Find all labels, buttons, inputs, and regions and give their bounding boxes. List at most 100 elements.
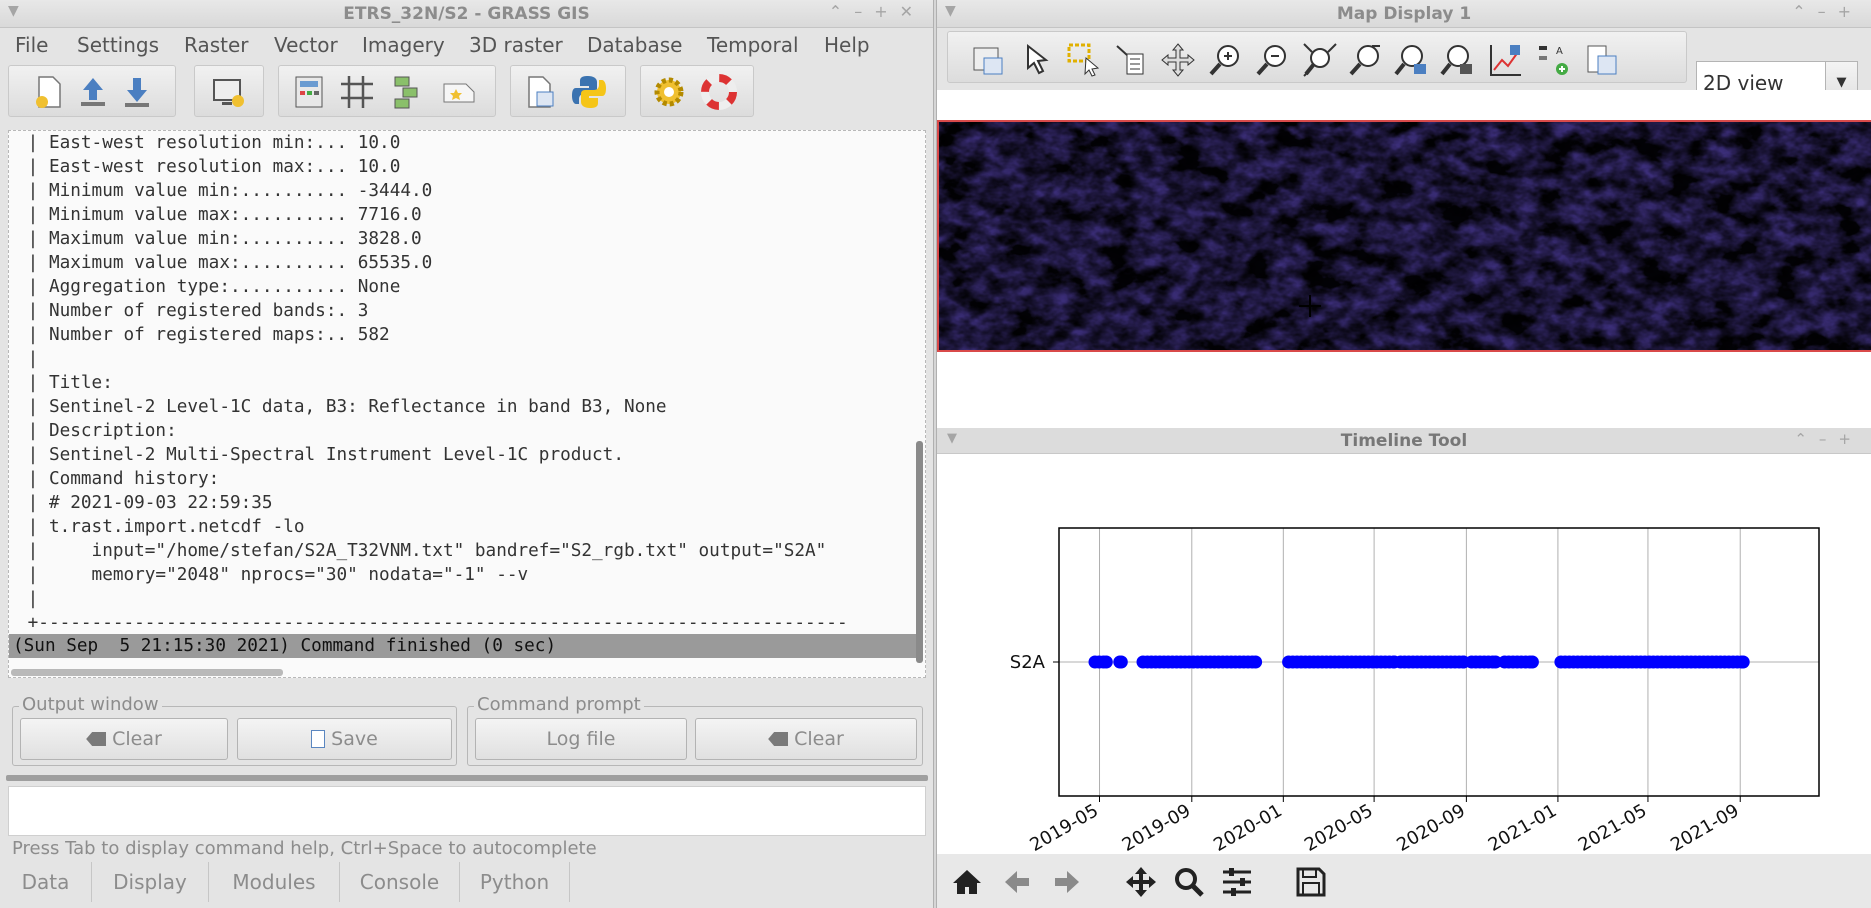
window-controls[interactable]: ⌃–+✕ bbox=[829, 2, 925, 21]
settings-gear-icon[interactable] bbox=[651, 74, 687, 110]
configure-subplots-icon[interactable] bbox=[1221, 866, 1253, 898]
select-features-icon[interactable] bbox=[1066, 42, 1102, 78]
command-finished-text: (Sun Sep 5 21:15:30 2021) Command finish… bbox=[13, 636, 557, 656]
output-save-label: Save bbox=[331, 728, 378, 750]
console-horizontal-scrollbar[interactable] bbox=[11, 669, 283, 676]
map-titlebar[interactable]: ▼ Map Display 1 ⌃–+ bbox=[937, 0, 1871, 28]
menu-help[interactable]: Help bbox=[824, 33, 870, 57]
command-input[interactable] bbox=[8, 786, 926, 836]
output-save-button[interactable]: Save bbox=[237, 718, 452, 760]
tab-display[interactable]: Display bbox=[92, 862, 209, 902]
zoom-out-icon[interactable] bbox=[1255, 42, 1291, 78]
grass-titlebar[interactable]: ▼ ETRS_32N/S2 - GRASS GIS ⌃–+✕ bbox=[0, 0, 933, 28]
toolbar-group-settings bbox=[640, 65, 754, 117]
menu-vector[interactable]: Vector bbox=[274, 33, 338, 57]
graphical-modeler-icon[interactable] bbox=[389, 74, 425, 110]
x-tick-label: 2020-09 bbox=[1393, 800, 1469, 854]
prompt-clear-button[interactable]: Clear bbox=[695, 718, 917, 760]
python-shell-icon[interactable] bbox=[571, 74, 607, 110]
logfile-button[interactable]: Log file bbox=[475, 718, 687, 760]
console-text: | East-west resolution min:... 10.0 | Ea… bbox=[27, 133, 848, 633]
map-window-title: Map Display 1 bbox=[1336, 4, 1472, 24]
toolbar-group-display bbox=[194, 65, 264, 117]
data-point bbox=[1249, 655, 1263, 669]
home-icon[interactable] bbox=[951, 866, 983, 898]
georectify-icon[interactable] bbox=[339, 74, 375, 110]
tab-console[interactable]: Console bbox=[340, 862, 460, 902]
output-window-legend: Output window bbox=[19, 694, 162, 715]
output-window-group: Output window Clear Save bbox=[12, 694, 457, 766]
menu-3d-raster[interactable]: 3D raster bbox=[469, 33, 563, 57]
toolbar-group-scripts bbox=[510, 65, 626, 117]
render-map-icon[interactable] bbox=[970, 42, 1006, 78]
grass-main-window: ▼ ETRS_32N/S2 - GRASS GIS ⌃–+✕ File Sett… bbox=[0, 0, 934, 908]
tab-data[interactable]: Data bbox=[0, 862, 92, 902]
output-clear-button[interactable]: Clear bbox=[20, 718, 228, 760]
launch-script-icon[interactable] bbox=[521, 74, 557, 110]
zoom-in-icon[interactable] bbox=[1208, 42, 1244, 78]
prompt-clear-label: Clear bbox=[794, 728, 844, 750]
menu-file[interactable]: File bbox=[15, 33, 48, 57]
save-display-icon[interactable] bbox=[1584, 42, 1620, 78]
load-workspace-icon[interactable] bbox=[75, 74, 111, 110]
help-lifebuoy-icon[interactable] bbox=[701, 74, 737, 110]
forward-arrow-icon[interactable] bbox=[1051, 866, 1083, 898]
grass-window-title: ETRS_32N/S2 - GRASS GIS bbox=[343, 4, 590, 24]
query-raster-icon[interactable] bbox=[1113, 42, 1149, 78]
zoom-extent-icon[interactable] bbox=[1302, 42, 1338, 78]
tab-python[interactable]: Python bbox=[460, 862, 570, 902]
save-workspace-icon[interactable] bbox=[119, 74, 155, 110]
window-controls[interactable]: ⌃–+ bbox=[1792, 2, 1863, 21]
menu-temporal[interactable]: Temporal bbox=[707, 33, 799, 57]
pan-icon[interactable] bbox=[1160, 42, 1196, 78]
zoom-menu-icon[interactable] bbox=[1440, 42, 1476, 78]
menu-raster[interactable]: Raster bbox=[184, 33, 249, 57]
save-icon bbox=[311, 730, 326, 748]
window-controls[interactable]: ⌃–+ bbox=[1794, 430, 1863, 448]
x-tick-label: 2020-05 bbox=[1301, 800, 1377, 854]
output-console[interactable]: | East-west resolution min:... 10.0 | Ea… bbox=[8, 130, 926, 678]
output-clear-label: Clear bbox=[112, 728, 162, 750]
new-workspace-icon[interactable] bbox=[31, 74, 67, 110]
map-canvas[interactable] bbox=[937, 90, 1871, 428]
map-composer-icon[interactable] bbox=[441, 74, 477, 110]
raster-map-image bbox=[937, 120, 1871, 352]
zoom-back-icon[interactable] bbox=[1348, 42, 1384, 78]
pan-icon[interactable] bbox=[1125, 866, 1157, 898]
timeline-window-title: Timeline Tool bbox=[1340, 431, 1468, 451]
toolbar-group-tools bbox=[278, 65, 496, 117]
data-point bbox=[1099, 655, 1113, 669]
map-decorations-icon[interactable]: A bbox=[1536, 42, 1572, 78]
toolbar-group-workspace bbox=[8, 65, 176, 117]
timeline-plot-area[interactable]: 2019-05 2019-09 2020-01 2020-05 2020-09 2021-… bbox=[937, 454, 1871, 856]
back-arrow-icon[interactable] bbox=[1001, 866, 1033, 898]
menu-settings[interactable]: Settings bbox=[77, 33, 159, 57]
command-prompt-group: Command prompt Log file Clear bbox=[467, 694, 923, 766]
console-vertical-scrollbar[interactable] bbox=[916, 441, 923, 663]
pointer-icon[interactable] bbox=[1018, 42, 1054, 78]
timeline-tool-window: ▼ Timeline Tool ⌃–+ 2019-05 2019-09 2020-0… bbox=[936, 428, 1871, 908]
timeline-chart: 2019-05 2019-09 2020-01 2020-05 2020-09 2021-… bbox=[1010, 527, 1820, 856]
x-tick-label: 2021-05 bbox=[1575, 800, 1651, 854]
x-tick-label: 2021-09 bbox=[1667, 800, 1743, 854]
menu-database[interactable]: Database bbox=[587, 33, 682, 57]
analyze-map-icon[interactable] bbox=[1488, 42, 1524, 78]
data-point bbox=[1114, 655, 1128, 669]
zoom-to-map-icon[interactable] bbox=[1394, 42, 1430, 78]
timeline-titlebar[interactable]: ▼ Timeline Tool ⌃–+ bbox=[937, 428, 1871, 454]
zoom-icon[interactable] bbox=[1173, 866, 1205, 898]
command-prompt-legend: Command prompt bbox=[474, 694, 644, 715]
tab-modules[interactable]: Modules bbox=[209, 862, 340, 902]
menu-imagery[interactable]: Imagery bbox=[362, 33, 445, 57]
map-toolbar-group: A bbox=[947, 31, 1687, 83]
pane-splitter[interactable] bbox=[6, 775, 928, 781]
main-toolbar bbox=[0, 61, 933, 121]
y-tick-label: S2A bbox=[1010, 652, 1046, 673]
clear-icon bbox=[86, 732, 107, 746]
data-point bbox=[1736, 655, 1750, 669]
save-figure-icon[interactable] bbox=[1295, 866, 1327, 898]
data-point bbox=[1525, 655, 1539, 669]
new-map-display-icon[interactable] bbox=[210, 74, 246, 110]
svg-text:A: A bbox=[1556, 46, 1563, 57]
raster-calculator-icon[interactable] bbox=[291, 74, 327, 110]
